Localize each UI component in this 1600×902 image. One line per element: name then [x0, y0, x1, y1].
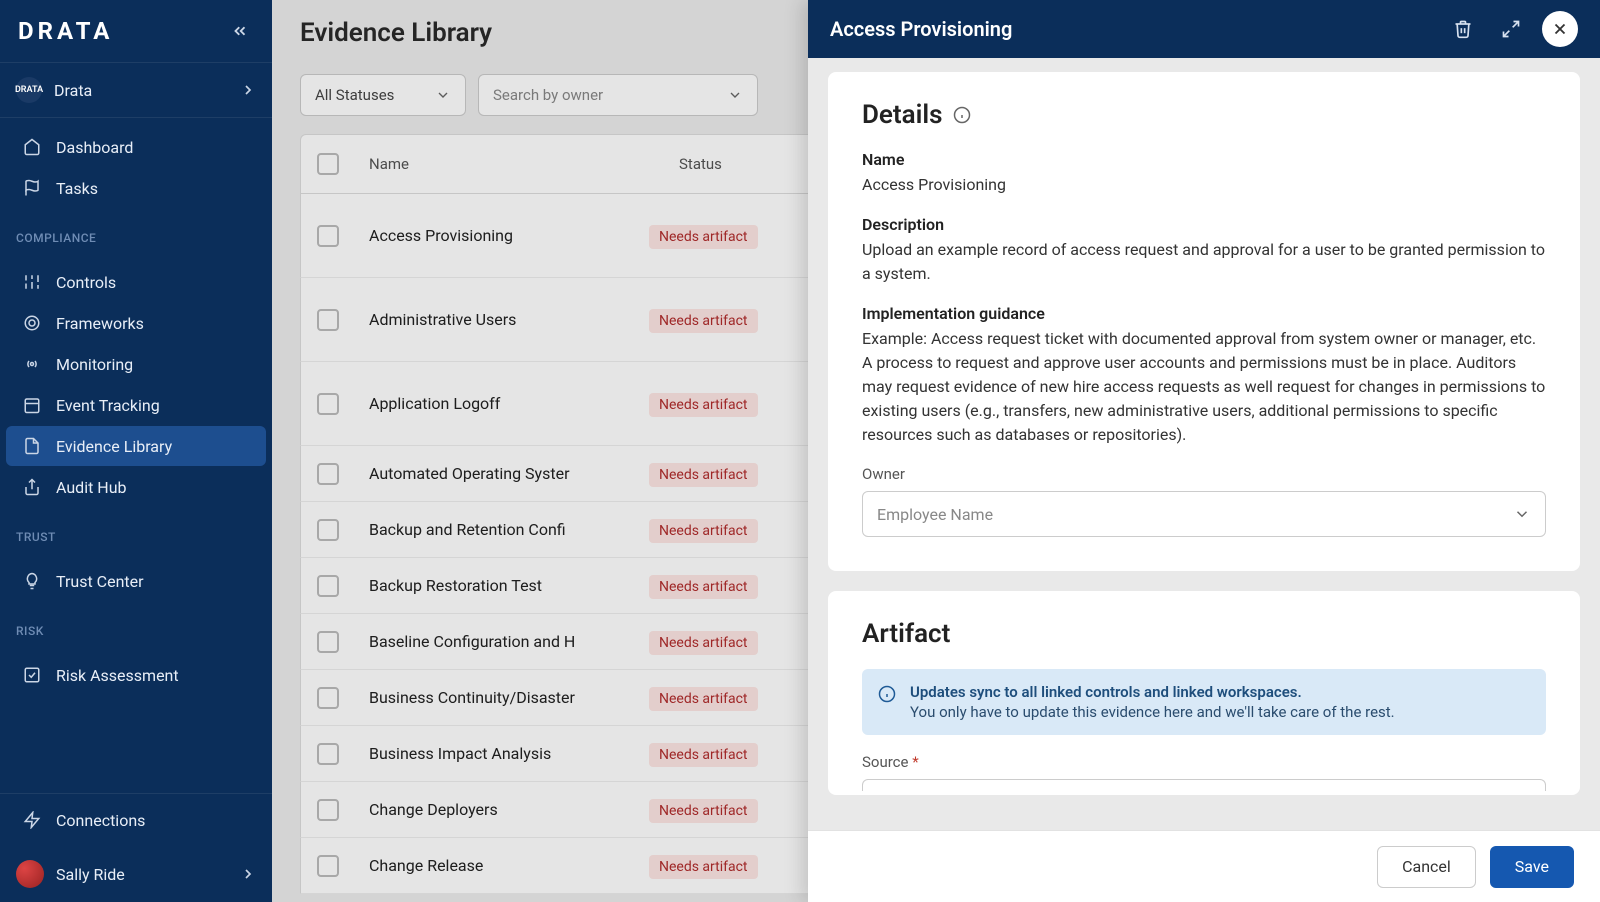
nav-label: Evidence Library: [56, 437, 172, 456]
evidence-detail-panel: Access Provisioning Details Name Access …: [808, 0, 1600, 902]
close-button[interactable]: [1542, 11, 1578, 47]
banner-text: You only have to update this evidence he…: [910, 703, 1395, 721]
chevrons-left-icon: [231, 22, 249, 40]
required-asterisk: *: [912, 753, 918, 771]
description-value: Upload an example record of access reque…: [862, 238, 1546, 286]
flag-icon: [22, 178, 42, 198]
home-icon: [22, 137, 42, 157]
nav-label: Dashboard: [56, 138, 133, 157]
nav-heading-risk: RISK: [0, 610, 272, 646]
nav-trust: Trust Center: [0, 552, 272, 610]
user-menu[interactable]: Sally Ride: [0, 846, 272, 902]
panel-title: Access Provisioning: [830, 17, 1432, 41]
save-button[interactable]: Save: [1490, 846, 1574, 888]
share-icon: [22, 477, 42, 497]
nav-label: Frameworks: [56, 314, 144, 333]
details-card: Details Name Access Provisioning Descrip…: [828, 72, 1580, 571]
nav-label: Risk Assessment: [56, 666, 179, 685]
banner-title: Updates sync to all linked controls and …: [910, 683, 1395, 701]
workspace-name: Drata: [54, 81, 228, 100]
signal-icon: [22, 354, 42, 374]
nav-heading-compliance: COMPLIANCE: [0, 217, 272, 253]
user-avatar: [16, 860, 44, 888]
cancel-button[interactable]: Cancel: [1377, 846, 1476, 888]
panel-body: Details Name Access Provisioning Descrip…: [808, 58, 1600, 830]
nav-label: Connections: [56, 811, 145, 830]
info-icon[interactable]: [953, 106, 971, 124]
source-input[interactable]: [862, 779, 1546, 791]
user-name: Sally Ride: [56, 865, 228, 884]
name-label: Name: [862, 150, 1546, 169]
checklist-icon: [22, 665, 42, 685]
owner-select[interactable]: Employee Name: [862, 491, 1546, 537]
panel-header: Access Provisioning: [808, 0, 1600, 58]
details-heading-text: Details: [862, 100, 943, 130]
source-label: Source *: [862, 753, 1546, 771]
artifact-card: Artifact Updates sync to all linked cont…: [828, 591, 1580, 795]
artifact-heading: Artifact: [862, 619, 1546, 649]
details-heading: Details: [862, 100, 1546, 130]
brand-logo: DRATA: [18, 17, 113, 45]
nav-tasks[interactable]: Tasks: [6, 168, 266, 208]
sync-info-banner: Updates sync to all linked controls and …: [862, 669, 1546, 735]
nav-label: Event Tracking: [56, 396, 160, 415]
nav-trust-center[interactable]: Trust Center: [6, 561, 266, 601]
nav-heading-trust: TRUST: [0, 516, 272, 552]
name-value: Access Provisioning: [862, 173, 1546, 197]
nav-label: Controls: [56, 273, 116, 292]
expand-icon: [1501, 19, 1521, 39]
nav-compliance: Controls Frameworks Monitoring Event Tra…: [0, 253, 272, 516]
nav-monitoring[interactable]: Monitoring: [6, 344, 266, 384]
sidebar: DRATA DRATA Drata Dashboard Tasks COMPLI…: [0, 0, 272, 902]
sidebar-bottom: Connections Sally Ride: [0, 793, 272, 902]
delete-button[interactable]: [1446, 12, 1480, 46]
nav-audit-hub[interactable]: Audit Hub: [6, 467, 266, 507]
bolt-icon: [22, 810, 42, 830]
nav-label: Monitoring: [56, 355, 133, 374]
bulb-icon: [22, 571, 42, 591]
workspace-avatar: DRATA: [16, 77, 42, 103]
chevron-down-icon: [1513, 505, 1531, 523]
nav-main: Dashboard Tasks: [0, 118, 272, 217]
collapse-sidebar-button[interactable]: [226, 17, 254, 45]
nav-controls[interactable]: Controls: [6, 262, 266, 302]
sliders-icon: [22, 272, 42, 292]
nav-event-tracking[interactable]: Event Tracking: [6, 385, 266, 425]
trash-icon: [1453, 19, 1473, 39]
target-icon: [22, 313, 42, 333]
source-label-text: Source: [862, 753, 908, 771]
nav-label: Audit Hub: [56, 478, 127, 497]
nav-connections[interactable]: Connections: [6, 800, 266, 840]
panel-footer: Cancel Save: [808, 830, 1600, 902]
nav-risk: Risk Assessment: [0, 646, 272, 704]
info-icon: [878, 685, 898, 705]
nav-label: Trust Center: [56, 572, 144, 591]
document-icon: [22, 436, 42, 456]
workspace-switcher[interactable]: DRATA Drata: [0, 62, 272, 118]
owner-placeholder: Employee Name: [877, 505, 993, 524]
nav-evidence-library[interactable]: Evidence Library: [6, 426, 266, 466]
description-label: Description: [862, 215, 1546, 234]
nav-label: Tasks: [56, 179, 98, 198]
chevron-right-icon: [240, 82, 256, 98]
nav-dashboard[interactable]: Dashboard: [6, 127, 266, 167]
sidebar-top: DRATA: [0, 0, 272, 62]
calendar-icon: [22, 395, 42, 415]
owner-label: Owner: [862, 465, 1546, 483]
nav-frameworks[interactable]: Frameworks: [6, 303, 266, 343]
close-icon: [1551, 20, 1569, 38]
chevron-right-icon: [240, 866, 256, 882]
nav-risk-assessment[interactable]: Risk Assessment: [6, 655, 266, 695]
guidance-value: Example: Access request ticket with docu…: [862, 327, 1546, 447]
expand-button[interactable]: [1494, 12, 1528, 46]
guidance-label: Implementation guidance: [862, 304, 1546, 323]
